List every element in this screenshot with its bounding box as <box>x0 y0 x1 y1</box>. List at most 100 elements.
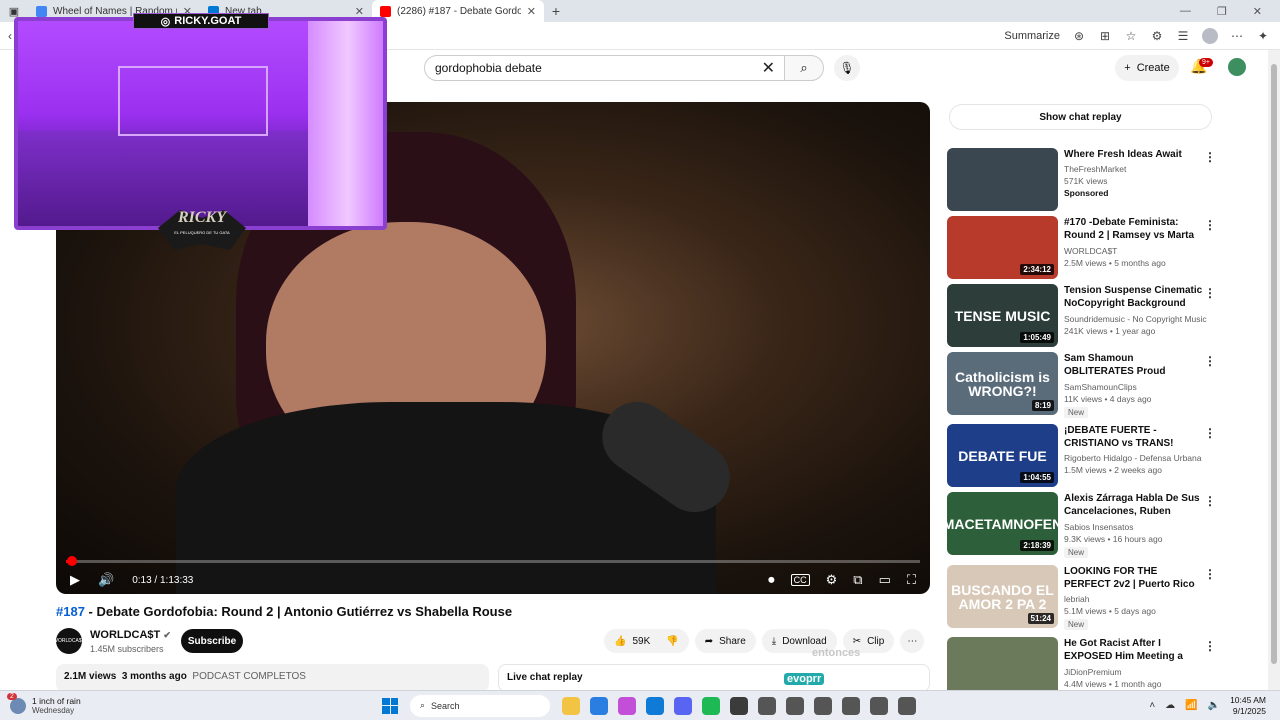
theater-mode-icon[interactable]: ▭ <box>879 572 891 588</box>
video-title[interactable]: LOOKING FOR THE PERFECT 2v2 | Puerto Ric… <box>1064 565 1204 591</box>
captions-icon[interactable]: CC <box>790 574 810 586</box>
recommended-video[interactable]: Catholicism is WRONG?! 8:19 Sam Shamoun OB… <box>947 352 1267 418</box>
spotify-icon[interactable] <box>702 696 720 715</box>
more-options-icon[interactable]: ⋮ <box>1204 426 1216 440</box>
description-box[interactable]: 2.1M views 3 months ago PODCAST COMPLETO… <box>56 664 489 692</box>
video-thumbnail[interactable]: BUSCANDO EL AMOR 2 PA 2 51:24 <box>947 565 1058 628</box>
settings-gear-icon[interactable]: ⚙ <box>826 572 838 588</box>
more-options-icon[interactable]: ⋮ <box>1204 354 1216 368</box>
more-options-icon[interactable]: ⋮ <box>1204 150 1216 164</box>
page-scrollbar[interactable] <box>1268 50 1280 690</box>
like-button[interactable]: 👍 59K 👎 <box>604 629 689 653</box>
voice-search-button[interactable]: 🎙 <box>834 55 860 81</box>
recommended-video[interactable]: DEBATE FUE 1:04:55 ¡DEBATE FUERTE - CRISTI… <box>947 424 1267 488</box>
more-options-icon[interactable]: ⋮ <box>1204 218 1216 232</box>
fullscreen-icon[interactable]: ⛶ <box>907 572 916 588</box>
video-hashtag[interactable]: #187 <box>56 604 85 619</box>
summarize-button[interactable]: Summarize <box>1004 30 1060 42</box>
recommended-video[interactable]: MACETAMNOFEN 2:18:39 Alexis Zárraga Habla … <box>947 492 1267 558</box>
clear-search-icon[interactable]: ✕ <box>762 58 775 78</box>
video-tag[interactable]: PODCAST COMPLETOS <box>192 671 306 682</box>
video-thumbnail[interactable]: TENSE MUSIC 1:05:49 <box>947 284 1058 347</box>
miniplayer-icon[interactable]: ⧉ <box>853 572 862 588</box>
discord-icon[interactable] <box>674 696 692 715</box>
video-thumbnail[interactable]: MACETAMNOFEN 2:18:39 <box>947 492 1058 555</box>
tab-actions-icon[interactable]: ▣ <box>0 5 28 18</box>
channel-name[interactable]: WORLDCA$T ✔ <box>90 629 171 641</box>
share-button[interactable]: ➦ Share <box>694 629 756 653</box>
tab-youtube-video[interactable]: (2286) #187 - Debate Gordofobia ✕ <box>372 0 544 22</box>
favorite-star-icon[interactable]: ☆ <box>1124 29 1138 43</box>
autoplay-toggle-icon[interactable]: ⏺ <box>768 572 775 588</box>
video-thumbnail[interactable] <box>947 148 1058 211</box>
taskbar-search[interactable]: ⌕ Search <box>410 694 550 717</box>
weather-widget[interactable]: 2 1 inch of rain Wednesday <box>0 692 300 715</box>
collections-icon[interactable]: ☰ <box>1176 29 1190 43</box>
video-thumbnail[interactable]: DEBATE FUE 1:04:55 <box>947 424 1058 487</box>
more-menu-icon[interactable]: ⋯ <box>1230 29 1244 43</box>
video-title[interactable]: ¡DEBATE FUERTE - CRISTIANO vs TRANS! <box>1064 424 1204 450</box>
taskbar-app-icon[interactable] <box>758 696 776 715</box>
store-icon[interactable] <box>590 696 608 715</box>
edge-icon[interactable] <box>646 696 664 715</box>
new-tab-button[interactable]: + <box>544 3 568 19</box>
taskbar-clock[interactable]: 10:45 AM 9/1/2025 <box>1230 695 1266 717</box>
scrollbar-thumb[interactable] <box>1271 64 1277 664</box>
channel-name[interactable]: Rigoberto Hidalgo - Defensa Urbana <box>1064 453 1204 463</box>
video-title[interactable]: Alexis Zárraga Habla De Sus Cancelacione… <box>1064 492 1204 519</box>
more-options-icon[interactable]: ⋮ <box>1204 639 1216 653</box>
more-options-icon[interactable]: ⋮ <box>1204 567 1216 581</box>
volume-icon[interactable]: 🔊 <box>98 572 114 588</box>
channel-name[interactable]: Soundridemusic - No Copyright Music <box>1064 314 1207 324</box>
close-window-icon[interactable]: ✕ <box>1253 5 1262 18</box>
more-actions-button[interactable]: ⋯ <box>900 629 925 653</box>
taskbar-app-icon[interactable] <box>786 696 804 715</box>
copilot-app-icon[interactable] <box>618 696 636 715</box>
video-title[interactable]: Sam Shamoun OBLITERATES Proud Protestant… <box>1064 352 1204 379</box>
obs-icon[interactable] <box>730 696 748 715</box>
channel-name[interactable]: lebriah <box>1064 594 1204 604</box>
video-thumbnail[interactable]: 2:34:12 <box>947 216 1058 279</box>
minimize-icon[interactable]: — <box>1180 5 1191 18</box>
channel-name[interactable]: WORLDCA$T <box>1064 246 1204 256</box>
app-available-icon[interactable]: ⊞ <box>1098 29 1112 43</box>
channel-name[interactable]: Sabios Insensatos <box>1064 522 1204 532</box>
onedrive-icon[interactable]: ☁ <box>1165 700 1175 711</box>
search-button[interactable]: ⌕ <box>784 55 824 81</box>
restore-icon[interactable]: ❐ <box>1217 5 1227 18</box>
video-title[interactable]: Where Fresh Ideas Await <box>1064 148 1204 161</box>
taskbar-app-icon[interactable] <box>842 696 860 715</box>
more-options-icon[interactable]: ⋮ <box>1204 494 1216 508</box>
video-title[interactable]: #170 -Debate Feminista: Round 2 | Ramsey… <box>1064 216 1204 243</box>
search-input[interactable]: gordophobia debate <box>435 61 762 75</box>
close-tab-icon[interactable]: ✕ <box>527 5 536 18</box>
speaker-icon[interactable]: 🔈 <box>1208 700 1220 711</box>
channel-name[interactable]: SamShamounClips <box>1064 382 1204 392</box>
profile-avatar[interactable] <box>1202 27 1218 44</box>
recommended-video[interactable]: 2:34:12 #170 -Debate Feminista: Round 2 |… <box>947 216 1267 280</box>
extensions-icon[interactable]: ⚙ <box>1150 29 1164 43</box>
live-chat-replay-header[interactable]: Live chat replay <box>498 664 930 692</box>
thumbs-down-icon[interactable]: 👎 <box>666 636 678 647</box>
play-icon[interactable]: ▶ <box>70 572 80 588</box>
search-box[interactable]: gordophobia debate ✕ <box>424 55 786 81</box>
taskbar-app-icon[interactable] <box>814 696 832 715</box>
create-button[interactable]: + Create <box>1115 55 1179 81</box>
close-tab-icon[interactable]: ✕ <box>355 5 364 18</box>
copilot-icon[interactable]: ✦ <box>1256 29 1270 43</box>
windows-start-icon[interactable] <box>382 697 398 714</box>
wifi-icon[interactable]: 📶 <box>1185 700 1197 711</box>
account-avatar[interactable] <box>1228 58 1246 76</box>
video-thumbnail[interactable]: Catholicism is WRONG?! 8:19 <box>947 352 1058 415</box>
taskbar-app-icon[interactable] <box>898 696 916 715</box>
show-chat-replay-button[interactable]: Show chat replay <box>949 104 1212 130</box>
progress-scrubber[interactable] <box>67 556 77 566</box>
channel-avatar[interactable]: WORLDCA$T <box>53 628 85 654</box>
file-explorer-icon[interactable] <box>562 696 580 715</box>
copilot-summary-icon[interactable]: ⊛ <box>1072 29 1086 43</box>
more-options-icon[interactable]: ⋮ <box>1204 286 1216 300</box>
video-title[interactable]: He Got Racist After I EXPOSED Him Meetin… <box>1064 637 1204 664</box>
recommended-video[interactable]: BUSCANDO EL AMOR 2 PA 2 51:24 LOOKING FOR … <box>947 565 1267 630</box>
recommended-video[interactable]: TENSE MUSIC 1:05:49 Tension Suspense Cinem… <box>947 284 1267 348</box>
taskbar-app-icon[interactable] <box>870 696 888 715</box>
